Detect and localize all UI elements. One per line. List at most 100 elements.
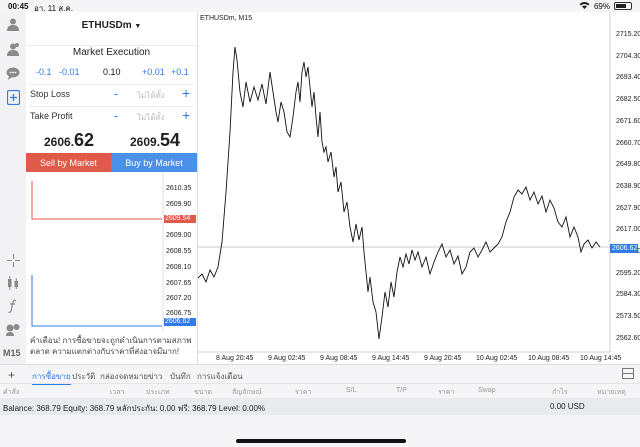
bid-price-tag: 2606.62	[164, 318, 196, 326]
tick-axis-label: 2607.65	[166, 280, 192, 287]
time-axis-label: 8 Aug 20:45	[216, 355, 254, 362]
left-toolbar: M15	[0, 12, 26, 364]
timeframe-button[interactable]: M15	[3, 348, 21, 358]
take-profit-input[interactable]: ไม่ได้ตั้ง	[137, 111, 165, 124]
tick-axis-label: 2608.10	[166, 264, 192, 271]
buy-price-main: 2609.	[130, 135, 161, 149]
app-root: 00:45 อา. 11 ส.ค. 69% M15 ETHUSDm ▼ Mark…	[0, 0, 640, 447]
column-header: หมายเหตุ	[597, 389, 626, 396]
take-profit-row: Take Profit - ไม่ได้ตั้ง +	[30, 106, 194, 124]
time-axis-label: 10 Aug 14:45	[580, 355, 622, 362]
tick-chart[interactable]: 2610.35 2609.90 2609.00 2608.55 2608.10 …	[26, 173, 198, 331]
buy-button[interactable]: Buy by Market	[111, 153, 197, 172]
take-profit-plus-button[interactable]: +	[182, 107, 190, 123]
current-price-tag: 2606.62	[610, 244, 638, 253]
indicators-icon[interactable]	[5, 275, 21, 291]
take-profit-minus-button[interactable]: -	[114, 108, 118, 123]
column-header: S/L	[346, 387, 357, 394]
price-axis-label: 2660.70	[616, 139, 640, 147]
lot-minus-0.1-button[interactable]: -0.1	[36, 67, 52, 77]
new-order-icon[interactable]	[5, 89, 21, 105]
time-axis-label: 9 Aug 08:45	[320, 355, 358, 362]
execution-label: Market Execution	[72, 47, 151, 58]
sell-price-main: 2606.	[44, 135, 75, 149]
lot-controls: -0.1 -0.01 0.10 +0.01 +0.1	[26, 67, 197, 81]
bottom-tab-bar: + การซื้อขาย ประวัติ กล่องจดหมาย ข่าว บั…	[0, 364, 640, 385]
sell-price: 2606.62	[44, 130, 94, 151]
symbol-name: ETHUSDm	[81, 20, 132, 31]
execution-type[interactable]: Market Execution	[26, 45, 197, 58]
tick-axis-label: 2607.20	[166, 295, 192, 302]
positions-table-header: คำสั่ง เวลา ประเภท ขนาด สัญลักษณ์ ราคา S…	[0, 383, 640, 397]
battery-icon	[614, 2, 632, 10]
ask-line	[31, 181, 162, 220]
column-header: กำไร	[552, 389, 568, 396]
order-panel: ETHUSDm ▼ Market Execution -0.1 -0.01 0.…	[26, 12, 198, 173]
stop-loss-minus-button[interactable]: -	[114, 86, 118, 101]
time-axis-label: 9 Aug 20:45	[424, 355, 462, 362]
tab-mailbox[interactable]: กล่องจดหมาย	[100, 370, 148, 383]
lot-plus-0.01-button[interactable]: +0.01	[142, 67, 165, 77]
tick-axis-label: 2608.55	[166, 248, 192, 255]
column-header: ราคา	[295, 389, 312, 396]
column-header: คำสั่ง	[3, 389, 20, 396]
price-axis-label: 2617.00	[616, 226, 640, 234]
execution-warning: คำเตือน! การซื้อขายจะถูกดำเนินการตามสภาพ…	[26, 331, 198, 364]
price-series-line	[198, 46, 601, 340]
lot-plus-0.1-button[interactable]: +0.1	[171, 67, 189, 77]
stop-loss-input[interactable]: ไม่ได้ตั้ง	[137, 89, 165, 102]
time-axis-label: 9 Aug 02:45	[268, 355, 306, 362]
price-axis-label: 2649.80	[616, 161, 640, 169]
stop-loss-label: Stop Loss	[30, 89, 71, 99]
time-axis-label: 9 Aug 14:45	[372, 355, 410, 362]
take-profit-label: Take Profit	[30, 111, 73, 121]
buy-price-pips: 54	[160, 130, 181, 150]
total-profit: 0.00 USD	[550, 402, 585, 411]
chat-icon[interactable]	[5, 65, 21, 81]
column-header: ขนาด	[194, 389, 213, 396]
status-time: 00:45	[8, 2, 29, 11]
symbol-selector[interactable]: ETHUSDm ▼	[26, 20, 197, 31]
price-axis-label: 2573.50	[616, 313, 640, 321]
price-axis-label: 2627.90	[616, 204, 640, 212]
time-axis-label: 10 Aug 08:45	[528, 355, 570, 362]
price-axis-label: 2638.90	[616, 182, 640, 190]
price-axis-label: 2693.40	[616, 74, 640, 82]
price-quotes: 2606.62 2609.54	[26, 128, 198, 152]
price-axis-label: 2584.30	[616, 291, 640, 299]
price-axis-label: 2704.30	[616, 52, 640, 60]
wifi-icon	[579, 1, 590, 11]
sell-button[interactable]: Sell by Market	[26, 153, 111, 172]
column-header: ราคา	[438, 389, 455, 396]
main-chart[interactable]: ETHUSDm, M15 2715.20 2704.30 2693.40 2682.5…	[198, 12, 640, 364]
bid-line	[31, 275, 162, 327]
balance-bar: Balance: 368.79 Equity: 368.79 หลักประกั…	[0, 398, 640, 415]
balance-summary: Balance: 368.79 Equity: 368.79 หลักประกั…	[3, 404, 266, 413]
chart-title: ETHUSDm, M15	[200, 15, 253, 22]
account-icon[interactable]	[5, 41, 21, 57]
objects-icon[interactable]	[5, 321, 21, 337]
column-header: T/P	[396, 387, 407, 394]
sell-price-pips: 62	[74, 130, 95, 150]
add-icon[interactable]: +	[8, 368, 15, 382]
function-icon[interactable]	[5, 298, 21, 314]
status-bar: 00:45 อา. 11 ส.ค. 69%	[0, 0, 640, 13]
tab-news[interactable]: ข่าว	[148, 370, 162, 383]
stop-loss-plus-button[interactable]: +	[182, 85, 190, 101]
lot-minus-0.01-button[interactable]: -0.01	[59, 67, 80, 77]
tab-journal[interactable]: บันทึก	[170, 370, 191, 383]
lot-size-value[interactable]: 0.10	[103, 67, 121, 77]
crosshair-icon[interactable]	[5, 252, 21, 268]
price-axis-label: 2595.20	[616, 269, 640, 277]
column-header: ประเภท	[146, 389, 170, 396]
tab-history[interactable]: ประวัติ	[72, 370, 95, 383]
buy-price: 2609.54	[130, 130, 180, 151]
chevron-down-icon: ▼	[134, 23, 142, 30]
split-view-icon[interactable]	[622, 368, 634, 381]
price-axis-label: 2715.20	[616, 31, 640, 38]
tick-axis-label: 2606.75	[166, 310, 192, 317]
main-chart-plot	[198, 12, 611, 353]
column-header: เวลา	[110, 389, 125, 396]
tab-alerts[interactable]: การแจ้งเตือน	[197, 370, 243, 383]
user-icon[interactable]	[5, 16, 21, 32]
